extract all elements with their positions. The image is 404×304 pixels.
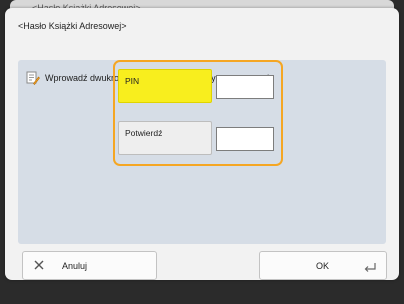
pin-input[interactable] [216, 75, 274, 99]
dialog-title: <Hasło Książki Adresowej> [18, 21, 127, 31]
address-book-password-dialog: <Hasło Książki Adresowej> Wprowadź dwukr… [5, 8, 399, 280]
confirm-field-button[interactable]: Potwierdź [118, 121, 212, 155]
cancel-button-label: Anuluj [62, 261, 88, 271]
confirm-input[interactable] [216, 127, 274, 151]
info-pencil-icon [26, 71, 40, 85]
confirm-field-label: Potwierdź [125, 128, 163, 138]
pin-field-button[interactable]: PIN [118, 69, 212, 103]
enter-return-icon [364, 263, 376, 272]
ok-button[interactable]: OK [259, 251, 387, 280]
ok-button-label: OK [316, 261, 330, 271]
close-icon [33, 259, 45, 271]
pin-field-label: PIN [125, 76, 140, 86]
cancel-button[interactable]: Anuluj [22, 251, 157, 280]
